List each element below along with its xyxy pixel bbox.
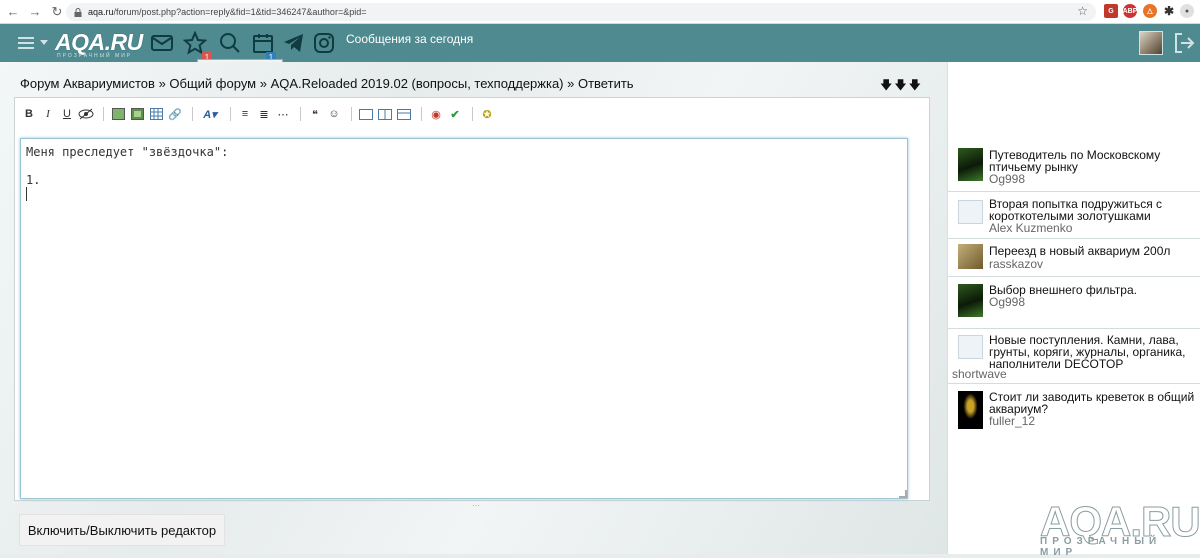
message-line xyxy=(26,159,902,173)
numbered-list-icon[interactable]: ≣ xyxy=(256,106,272,122)
breadcrumb-current: Ответить xyxy=(577,76,634,91)
adblock-icon[interactable]: ABP xyxy=(1123,4,1137,18)
breadcrumb-item[interactable]: Форум Аквариумистов xyxy=(20,76,155,91)
post-title[interactable]: Вторая попытка подружиться с короткотелы… xyxy=(989,198,1200,222)
today-messages-link[interactable]: Сообщения за сегодня xyxy=(346,32,473,46)
gallery-icon[interactable] xyxy=(129,106,145,122)
resize-handle[interactable] xyxy=(899,490,907,498)
latest-posts-sidebar: Путеводитель по Московскому птичьему рын… xyxy=(947,62,1200,554)
jump-arrows[interactable]: 🡇🡇🡇 xyxy=(880,76,923,97)
post-thumbnail xyxy=(958,244,983,269)
layout-split-icon[interactable] xyxy=(377,106,393,122)
post-author[interactable]: shortwave xyxy=(952,367,1007,381)
smiley-icon[interactable]: ☺ xyxy=(326,106,342,122)
watermark-subtitle: ПРОЗРАЧНЫЙ МИР xyxy=(1040,536,1162,558)
link-icon[interactable]: 🔗 xyxy=(167,106,183,122)
layout-preview-icon[interactable] xyxy=(396,106,412,122)
reload-icon[interactable]: ↻ xyxy=(48,3,66,21)
sidebar-post[interactable]: Вторая попытка подружиться с короткотелы… xyxy=(948,192,1200,239)
sidebar-post[interactable]: Переезд в новый аквариум 200л rasskazov xyxy=(948,239,1200,277)
post-author[interactable]: Alex Kuzmenko xyxy=(989,221,1072,235)
lock-icon xyxy=(74,7,82,17)
user-avatar[interactable] xyxy=(1139,31,1163,55)
message-line: 1. xyxy=(26,173,41,187)
forward-icon[interactable]: → xyxy=(26,3,44,21)
breadcrumb-separator: » xyxy=(563,76,578,91)
plugin-icon[interactable]: ✪ xyxy=(479,106,495,122)
toolbar-separator xyxy=(192,107,193,121)
message-textarea[interactable]: Меня преследует "звёздочка": 1. xyxy=(20,138,908,499)
menu-hamburger-icon[interactable] xyxy=(18,37,34,52)
breadcrumb-separator: » xyxy=(154,76,170,91)
post-thumbnail xyxy=(958,391,983,429)
table-icon[interactable] xyxy=(148,106,164,122)
post-title[interactable]: Новые поступления. Камни, лава, грунты, … xyxy=(989,334,1194,370)
post-author[interactable]: Og998 xyxy=(989,295,1025,309)
address-bar[interactable]: aqa.ru/forum/post.php?action=reply&fid=1… xyxy=(66,3,1096,21)
post-thumbnail xyxy=(958,284,983,317)
instagram-icon[interactable] xyxy=(312,31,336,55)
toggle-editor-button[interactable]: Включить/Выключить редактор xyxy=(19,514,225,546)
site-logo[interactable]: AQA.RU xyxy=(55,29,143,56)
sidebar-post[interactable]: Выбор внешнего фильтра. Og998 xyxy=(948,277,1200,329)
post-title[interactable]: Стоит ли заводить креветок в общий аквар… xyxy=(989,391,1200,415)
breadcrumb: Форум Аквариумистов » Общий форум » AQA.… xyxy=(20,76,634,91)
toolbar-separator xyxy=(230,107,231,121)
post-editor: B I U 🔗 A▾ ≡ ≣ ⋯ ❝ ☺ ◉ ✔ ✪ Меня преследу… xyxy=(14,97,930,510)
post-thumbnail xyxy=(958,148,983,181)
sidebar-post[interactable]: Стоит ли заводить креветок в общий аквар… xyxy=(948,384,1200,436)
breadcrumb-item[interactable]: Общий форум xyxy=(169,76,256,91)
breadcrumb-separator: » xyxy=(256,76,271,91)
extension-flame-icon[interactable]: △ xyxy=(1143,4,1157,18)
chevron-down-icon[interactable] xyxy=(40,40,48,45)
default-avatar-icon xyxy=(958,200,983,224)
telegram-icon[interactable] xyxy=(282,31,306,55)
site-header: AQA.RU ПРОЗРАЧНЫЙ МИР 1 1 xyxy=(0,24,1200,63)
site-logo-subtitle: ПРОЗРАЧНЫЙ МИР xyxy=(57,53,133,59)
breadcrumb-item[interactable]: AQA.Reloaded 2019.02 (вопросы, техподдер… xyxy=(271,76,564,91)
extensions-puzzle-icon[interactable]: ✱ xyxy=(1162,4,1176,18)
mail-icon[interactable] xyxy=(150,31,174,55)
toolbar-separator xyxy=(300,107,301,121)
underline-icon[interactable]: U xyxy=(59,106,75,122)
bold-icon[interactable]: B xyxy=(21,106,37,122)
logout-icon[interactable] xyxy=(1172,31,1196,55)
default-avatar-icon xyxy=(958,335,983,359)
toolbar-separator xyxy=(103,107,104,121)
post-author[interactable]: rasskazov xyxy=(989,257,1043,271)
post-author[interactable]: Og998 xyxy=(989,172,1025,186)
extension-icon[interactable]: G xyxy=(1104,4,1118,18)
post-author[interactable]: fuller_12 xyxy=(989,414,1035,428)
post-title[interactable]: Путеводитель по Московскому птичьему рын… xyxy=(989,149,1200,173)
editor-toolbar: B I U 🔗 A▾ ≡ ≣ ⋯ ❝ ☺ ◉ ✔ ✪ xyxy=(21,104,498,124)
image-icon[interactable] xyxy=(110,106,126,122)
quote-icon[interactable]: ❝ xyxy=(307,106,323,122)
check-icon[interactable]: ✔ xyxy=(447,106,463,122)
horizontal-rule-icon[interactable]: ⋯ xyxy=(275,106,291,122)
toolbar-separator xyxy=(421,107,422,121)
browser-toolbar: ← → ↻ aqa.ru/forum/post.php?action=reply… xyxy=(0,0,1200,24)
italic-icon[interactable]: I xyxy=(40,106,56,122)
profile-icon[interactable]: ● xyxy=(1180,4,1194,18)
text-cursor xyxy=(26,187,27,201)
search-icon[interactable] xyxy=(218,31,242,55)
url-path: /forum/post.php?action=reply&fid=1&tid=3… xyxy=(113,7,367,17)
message-line: Меня преследует "звёздочка": xyxy=(26,145,229,159)
editor-grip[interactable]: ⋯ xyxy=(472,501,480,510)
font-style-icon[interactable]: A▾ xyxy=(199,106,221,122)
toolbar-separator xyxy=(351,107,352,121)
spellcheck-icon[interactable]: ◉ xyxy=(428,106,444,122)
post-title[interactable]: Переезд в новый аквариум 200л xyxy=(989,245,1170,257)
sidebar-post[interactable]: Путеводитель по Московскому птичьему рын… xyxy=(948,143,1200,192)
back-icon[interactable]: ← xyxy=(4,3,22,21)
layout-full-icon[interactable] xyxy=(358,106,374,122)
sidebar-post[interactable]: Новые поступления. Камни, лава, грунты, … xyxy=(948,329,1200,384)
toolbar-separator xyxy=(472,107,473,121)
url-host: aqa.ru xyxy=(88,7,114,17)
hide-eye-icon[interactable] xyxy=(78,106,94,122)
bookmark-star-icon[interactable]: ☆ xyxy=(1077,4,1088,18)
bullet-list-icon[interactable]: ≡ xyxy=(237,106,253,122)
